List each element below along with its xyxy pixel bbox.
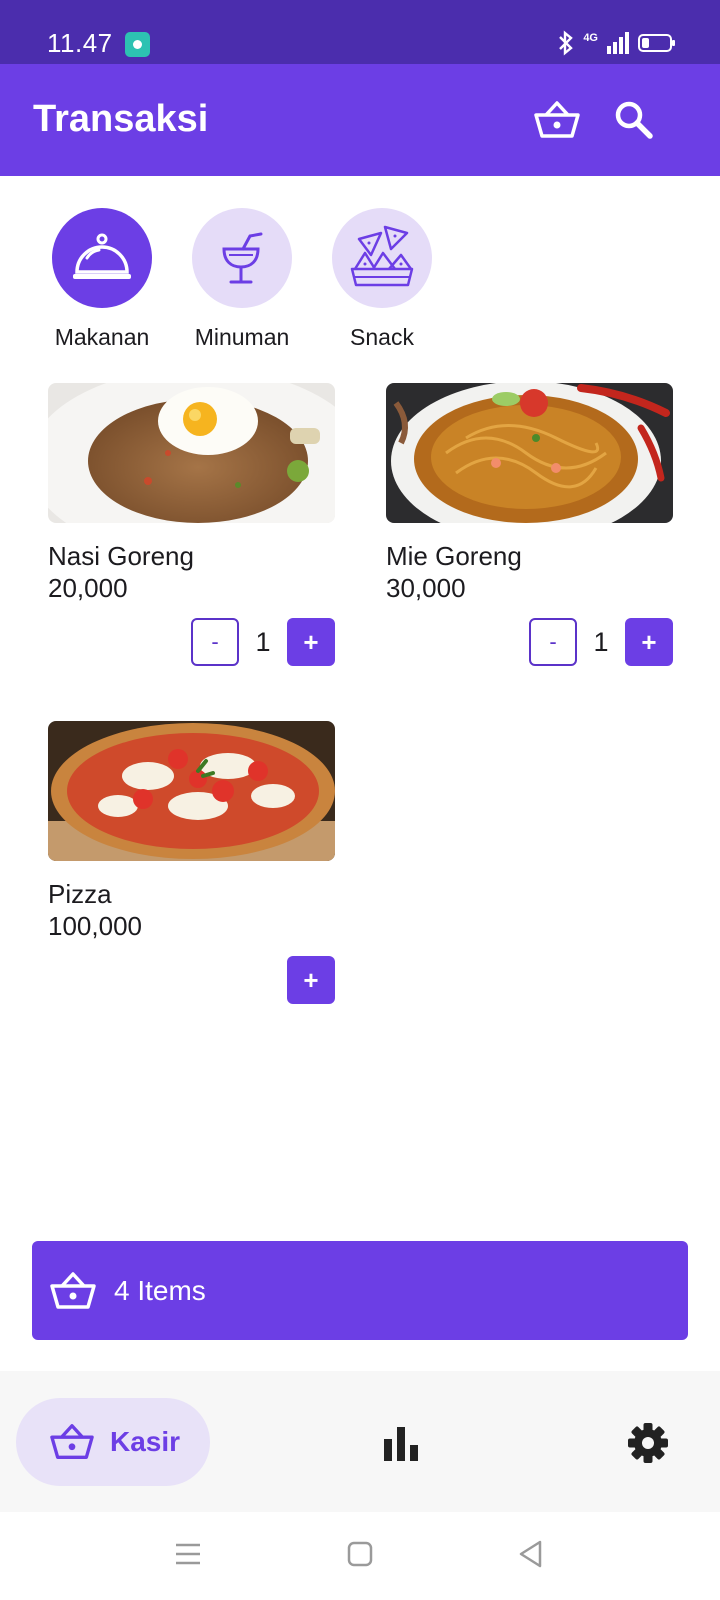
- basket-icon: [50, 1271, 96, 1309]
- quantity-stepper: +: [287, 956, 335, 1004]
- cloche-icon: [73, 233, 131, 279]
- add-to-cart-button[interactable]: +: [287, 956, 335, 1004]
- search-button[interactable]: [606, 92, 662, 148]
- quantity-stepper: - 1 +: [191, 618, 335, 666]
- app-bar: Transaksi: [0, 64, 720, 176]
- product-name: Mie Goreng: [386, 541, 522, 571]
- decrease-qty-button[interactable]: -: [529, 618, 577, 666]
- recent-apps-button[interactable]: [168, 1534, 208, 1574]
- category-makanan[interactable]: Makanan: [47, 208, 157, 351]
- menu-icon: [176, 1543, 200, 1565]
- system-navigation-bar: [0, 1512, 720, 1600]
- product-card-mie-goreng: Mie Goreng 30,000 - 1 +: [386, 383, 673, 673]
- battery-icon: [638, 34, 675, 52]
- product-price: 20,000: [48, 573, 128, 603]
- category-label: Snack: [350, 324, 414, 350]
- page-title: Transaksi: [33, 98, 209, 140]
- increase-qty-button[interactable]: +: [625, 618, 673, 666]
- category-label: Makanan: [54, 324, 150, 350]
- status-bar: 11.47 4G: [0, 0, 720, 64]
- product-image-nasi-goreng[interactable]: [48, 383, 335, 523]
- status-time: 11.47: [47, 28, 113, 58]
- nav-item-label: Kasir: [110, 1426, 181, 1457]
- square-icon: [347, 1541, 373, 1567]
- basket-icon: [534, 101, 580, 138]
- cart-summary-button[interactable]: 4 Items: [32, 1241, 688, 1340]
- signal-icon: [607, 32, 629, 54]
- bottom-navigation: Kasir: [0, 1371, 720, 1512]
- category-icon-circle: [192, 208, 292, 308]
- increase-qty-button[interactable]: +: [287, 618, 335, 666]
- product-card-pizza: Pizza 100,000 +: [48, 721, 335, 1011]
- home-button[interactable]: [340, 1534, 380, 1574]
- bar-chart-icon[interactable]: [379, 1421, 423, 1465]
- category-icon-circle: [52, 208, 152, 308]
- product-name: Pizza: [48, 879, 112, 909]
- drink-icon: [222, 232, 263, 284]
- bluetooth-icon: [559, 30, 574, 56]
- gear-icon[interactable]: [626, 1421, 670, 1465]
- product-image-mie-goreng[interactable]: [386, 383, 673, 523]
- cart-button[interactable]: [529, 92, 585, 148]
- status-icons: 4G: [557, 30, 675, 56]
- category-icon-circle: [332, 208, 432, 308]
- quantity-stepper: - 1 +: [529, 618, 673, 666]
- product-card-nasi-goreng: Nasi Goreng 20,000 - 1 +: [48, 383, 335, 673]
- product-image-pizza[interactable]: [48, 721, 335, 861]
- product-name: Nasi Goreng: [48, 541, 194, 571]
- category-minuman[interactable]: Minuman: [187, 208, 297, 351]
- nachos-icon: [350, 225, 414, 287]
- product-price: 100,000: [48, 911, 142, 941]
- product-price: 30,000: [386, 573, 466, 603]
- category-snack[interactable]: Snack: [327, 208, 437, 351]
- cart-item-count: 4 Items: [114, 1274, 206, 1306]
- network-type-label: 4G: [583, 32, 598, 44]
- notification-app-icon: [125, 32, 150, 57]
- quantity-value: 1: [593, 626, 609, 657]
- quantity-value: 1: [255, 626, 271, 657]
- category-label: Minuman: [194, 324, 290, 350]
- nav-item-kasir[interactable]: Kasir: [16, 1398, 210, 1486]
- basket-icon: [50, 1424, 94, 1459]
- back-button[interactable]: [510, 1534, 550, 1574]
- search-icon: [615, 101, 653, 139]
- back-triangle-icon: [519, 1540, 542, 1568]
- decrease-qty-button[interactable]: -: [191, 618, 239, 666]
